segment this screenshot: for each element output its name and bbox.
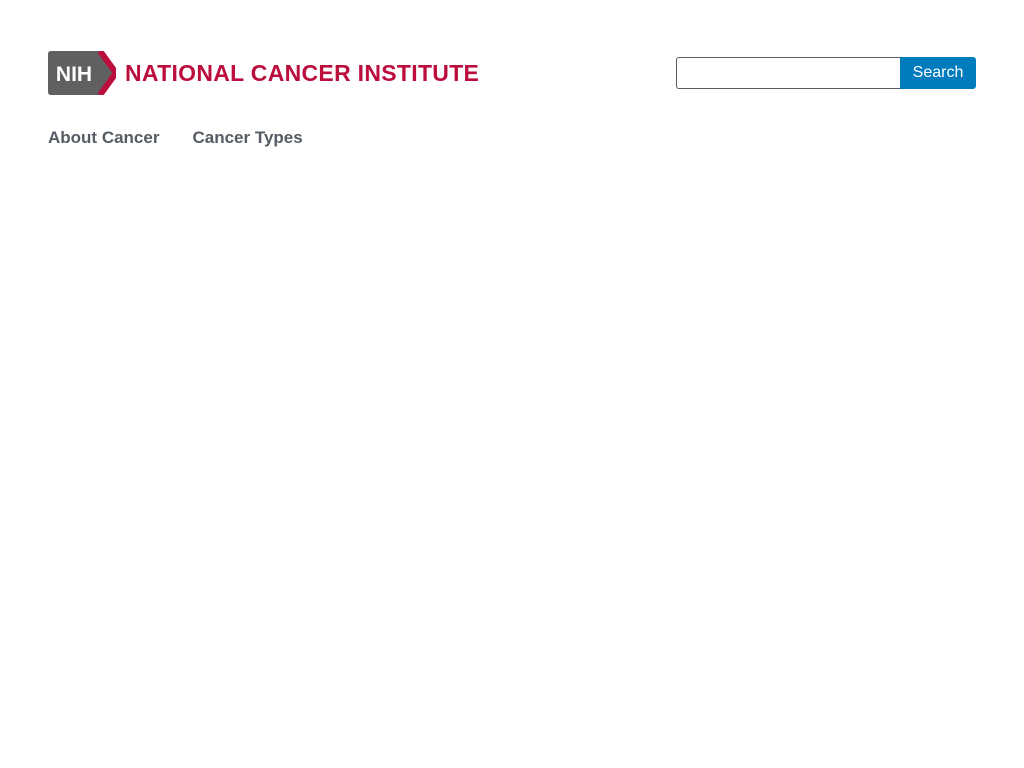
site-search-form: Search [676, 57, 976, 89]
main-nav: About Cancer Cancer Types [48, 124, 336, 152]
nih-logo-icon: NIH [48, 51, 116, 95]
nav-item-about-cancer[interactable]: About Cancer [48, 124, 159, 152]
search-input[interactable] [676, 57, 900, 89]
org-name: NATIONAL CANCER INSTITUTE [125, 60, 480, 86]
site-header: NIH NATIONAL CANCER INSTITUTE Search [48, 51, 976, 95]
search-button[interactable]: Search [900, 57, 976, 89]
page: NIH NATIONAL CANCER INSTITUTE Search Abo… [0, 0, 1024, 768]
home-logo-link[interactable]: NIH NATIONAL CANCER INSTITUTE [48, 51, 479, 95]
nav-item-cancer-types[interactable]: Cancer Types [192, 124, 302, 152]
nih-logo-text: NIH [56, 63, 92, 86]
